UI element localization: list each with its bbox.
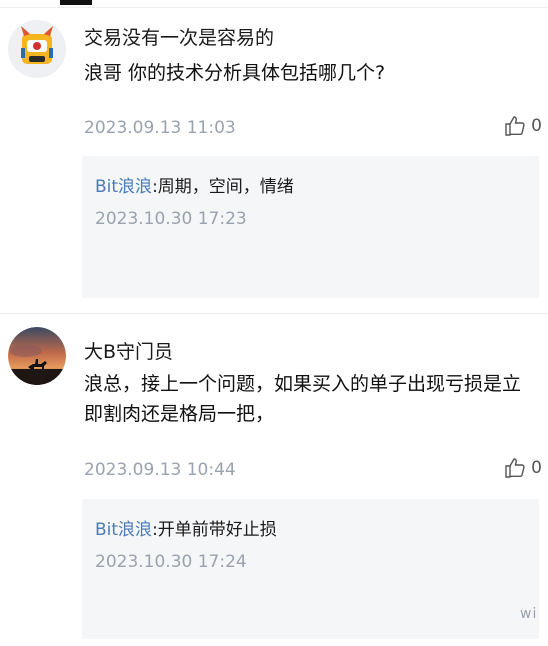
reply-text: :开单前带好止损 <box>152 520 277 540</box>
reply-line: Bit浪浪:开单前带好止损 <box>95 515 277 540</box>
comment-item: 大B守门员 浪总，接上一个问题，如果买入的单子出现亏损是立即割肉还是格局一把， … <box>0 315 548 646</box>
watermark: wi <box>520 606 538 622</box>
reply-box[interactable]: Bit浪浪:周期，空间，情绪 2023.10.30 17:23 <box>82 156 539 298</box>
tab-indicator <box>60 0 92 5</box>
comment-divider <box>0 313 548 314</box>
like-button[interactable]: 0 <box>503 114 542 138</box>
comment-username[interactable]: 交易没有一次是容易的 <box>84 23 274 50</box>
reply-box[interactable]: Bit浪浪:开单前带好止损 2023.10.30 17:24 <box>82 499 539 639</box>
comment-text: 浪哥 你的技术分析具体包括哪几个? <box>84 62 386 84</box>
reply-line: Bit浪浪:周期，空间，情绪 <box>95 172 294 197</box>
sunset-rider-avatar-icon[interactable] <box>8 327 66 385</box>
thumbs-up-icon <box>505 116 525 136</box>
like-button[interactable]: 0 <box>503 456 542 480</box>
reply-author[interactable]: Bit浪浪 <box>95 177 152 197</box>
reply-date: 2023.10.30 17:23 <box>95 209 247 229</box>
comment-username[interactable]: 大B守门员 <box>84 337 173 364</box>
comment-text: 浪总，接上一个问题，如果买入的单子出现亏损是立即割肉还是格局一把， <box>84 373 522 425</box>
like-count: 0 <box>531 116 542 136</box>
reply-text: :周期，空间，情绪 <box>152 177 294 197</box>
like-count: 0 <box>531 458 542 478</box>
yellow-cartoon-avatar-icon[interactable] <box>8 20 66 78</box>
comment-date: 2023.09.13 11:03 <box>84 118 236 138</box>
comment-date: 2023.09.13 10:44 <box>84 460 236 480</box>
reply-author[interactable]: Bit浪浪 <box>95 520 152 540</box>
thumbs-up-icon <box>505 458 525 478</box>
comment-item: 交易没有一次是容易的 浪哥 你的技术分析具体包括哪几个? 2023.09.13 … <box>0 8 548 314</box>
reply-date: 2023.10.30 17:24 <box>95 552 247 572</box>
